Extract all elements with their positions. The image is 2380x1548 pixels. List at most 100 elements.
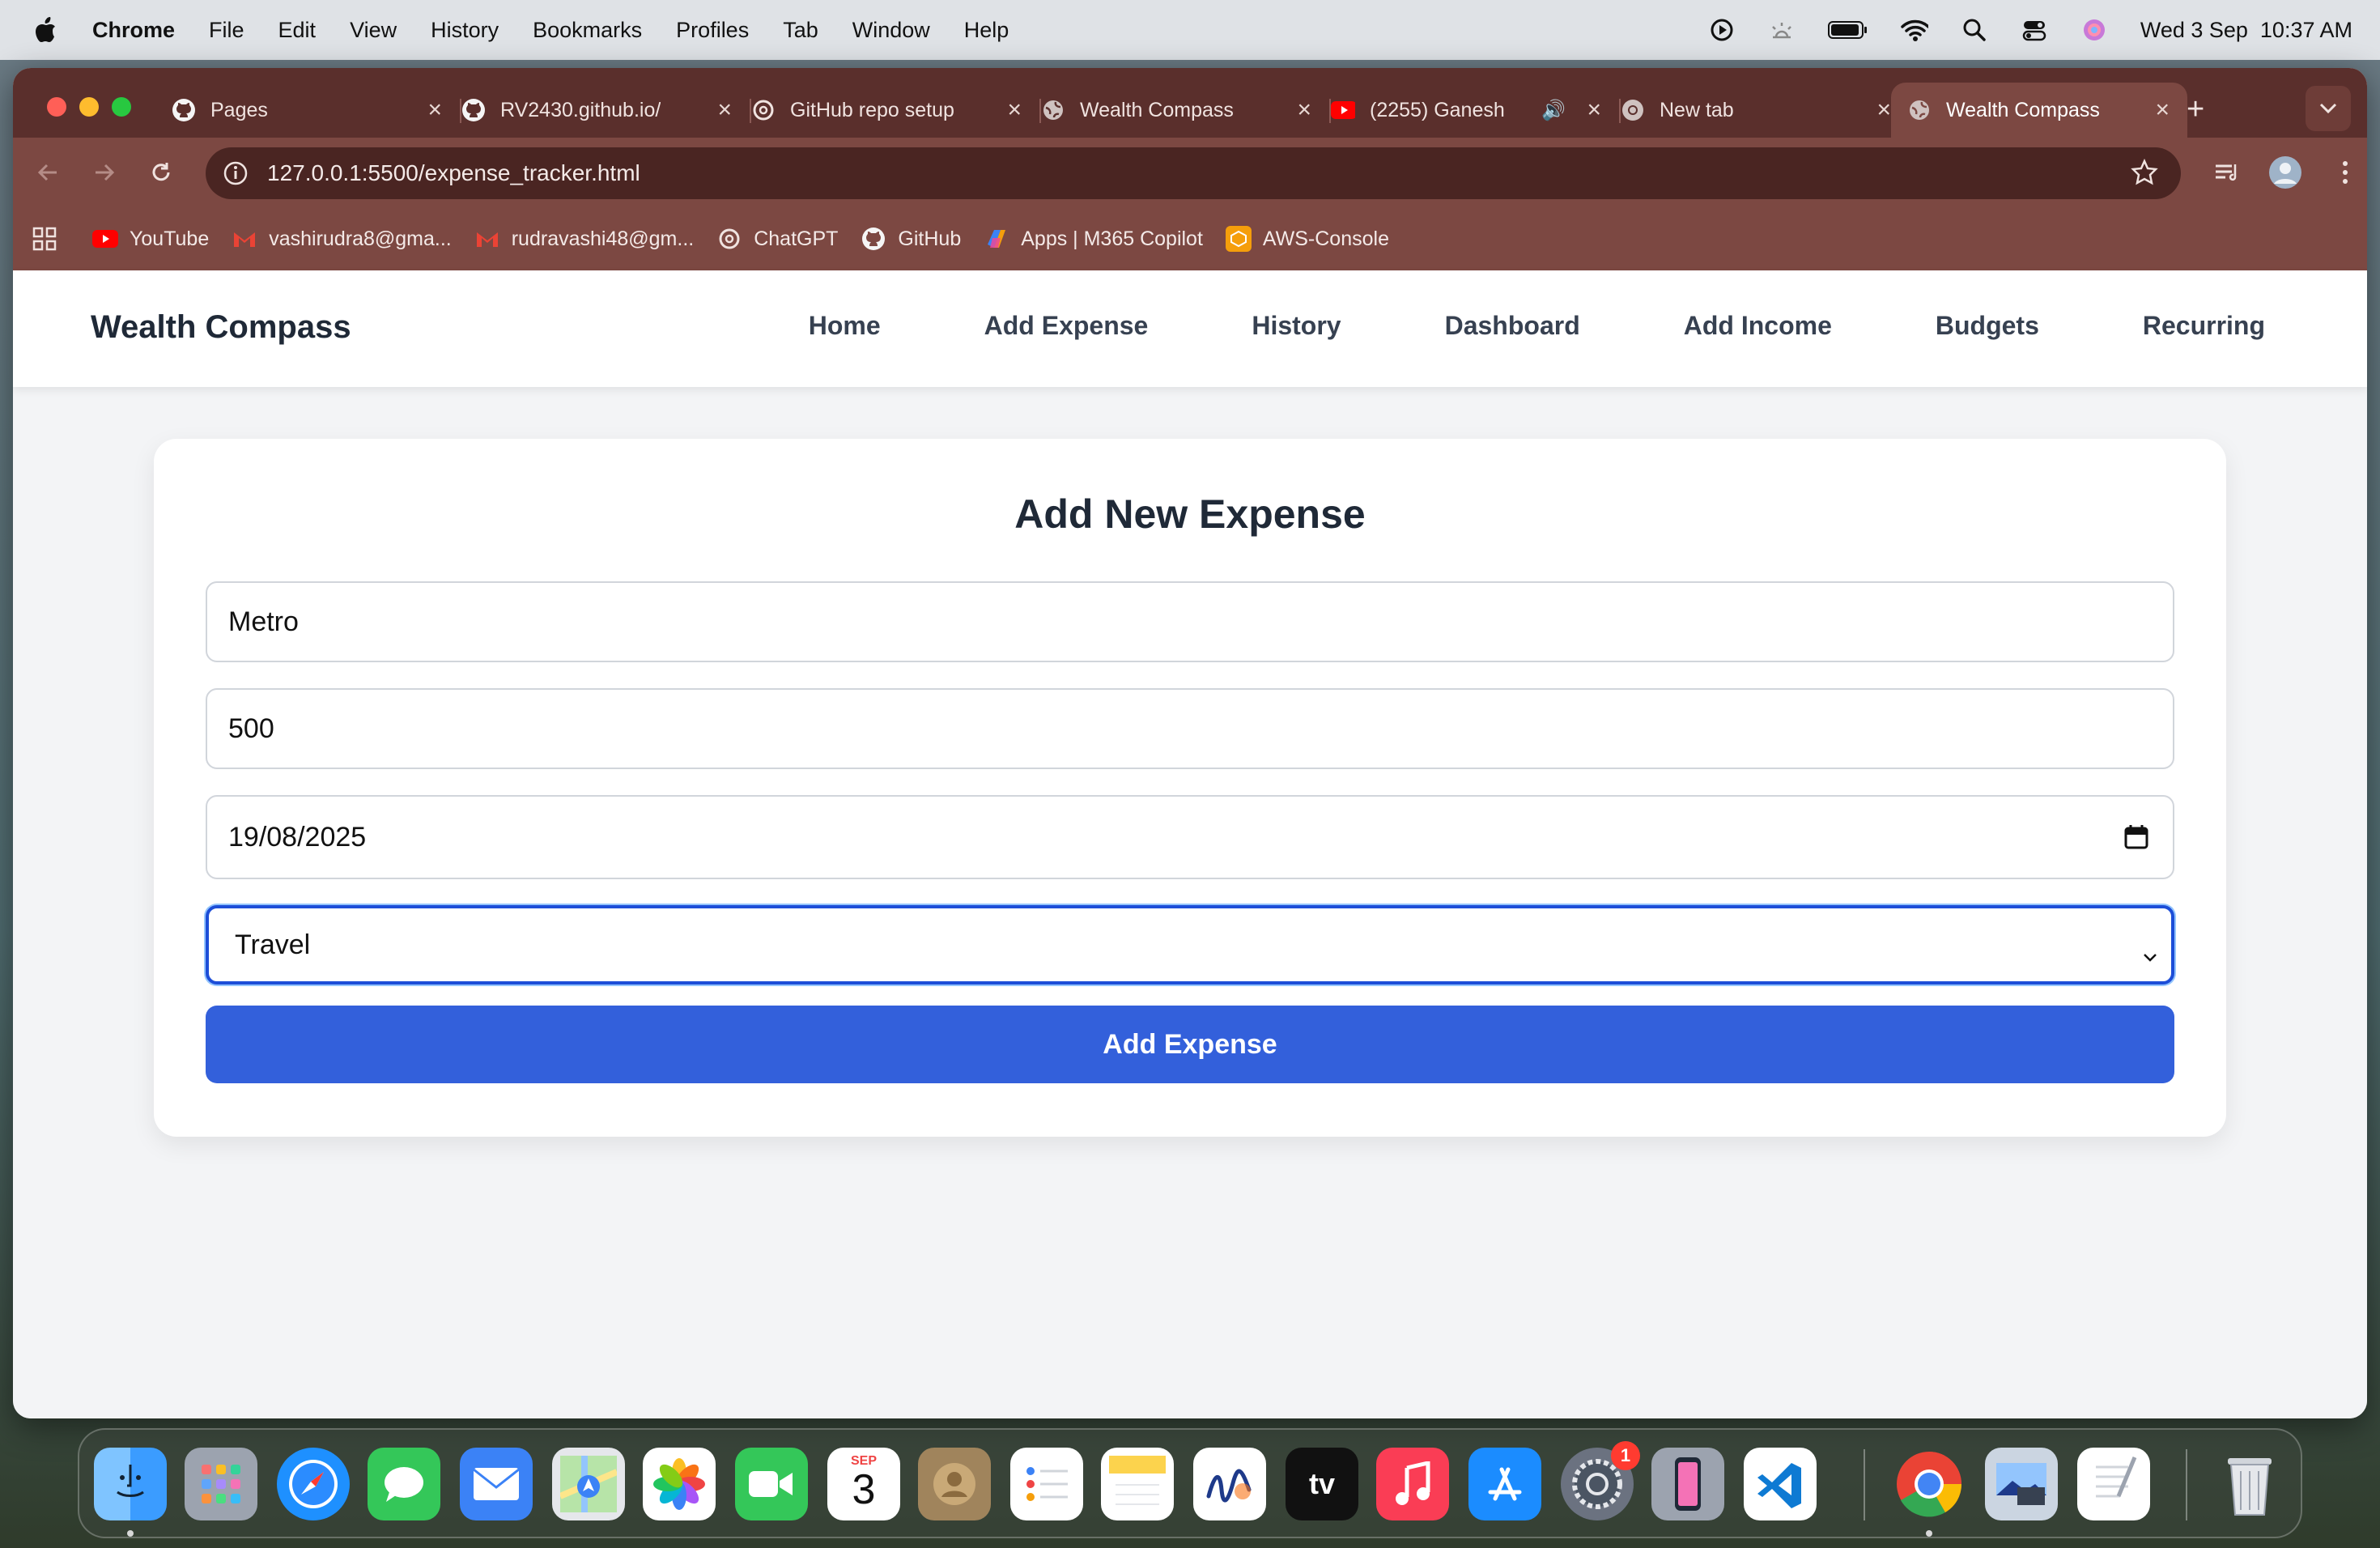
- nav-add-expense[interactable]: Add Expense: [984, 311, 1149, 341]
- tab-pages[interactable]: Pages ×: [172, 83, 461, 138]
- freeform-icon[interactable]: [1193, 1448, 1266, 1520]
- notes-icon[interactable]: [1101, 1448, 1174, 1520]
- tab-github-repo-setup[interactable]: GitHub repo setup ×: [751, 83, 1041, 138]
- nav-recurring[interactable]: Recurring: [2143, 311, 2265, 341]
- forward-button[interactable]: [87, 155, 121, 189]
- close-tab-icon[interactable]: ×: [1297, 96, 1311, 124]
- nav-home[interactable]: Home: [809, 311, 881, 341]
- youtube-icon: [1331, 98, 1355, 122]
- menu-window[interactable]: Window: [852, 18, 930, 43]
- calendar-icon[interactable]: [2124, 824, 2148, 857]
- battery-icon[interactable]: [1827, 16, 1868, 44]
- brightness-icon[interactable]: [1768, 16, 1796, 44]
- nav-dashboard[interactable]: Dashboard: [1445, 311, 1580, 341]
- speaker-icon[interactable]: 🔊: [1541, 99, 1566, 122]
- safari-icon[interactable]: [277, 1448, 350, 1520]
- add-expense-button[interactable]: Add Expense: [206, 1006, 2174, 1083]
- bookmark-label: ChatGPT: [754, 227, 839, 250]
- menu-history[interactable]: History: [431, 18, 499, 43]
- profile-avatar[interactable]: [2265, 152, 2306, 193]
- nav-budgets[interactable]: Budgets: [1936, 311, 2039, 341]
- menu-file[interactable]: File: [209, 18, 244, 43]
- zoom-window-button[interactable]: [112, 97, 131, 117]
- amount-input[interactable]: 500: [206, 688, 2174, 769]
- address-bar[interactable]: 127.0.0.1:5500/expense_tracker.html: [206, 147, 2181, 199]
- control-center-icon[interactable]: [2021, 16, 2048, 44]
- date-input[interactable]: 19/08/2025: [206, 795, 2174, 879]
- menu-edit[interactable]: Edit: [278, 18, 317, 43]
- calendar-app-icon[interactable]: SEP 3: [827, 1448, 900, 1520]
- macos-dock: SEP 3 tv 1: [78, 1428, 2302, 1538]
- menu-help[interactable]: Help: [964, 18, 1009, 43]
- menu-view[interactable]: View: [350, 18, 397, 43]
- close-window-button[interactable]: [47, 97, 66, 117]
- bookmark-chatgpt[interactable]: ChatGPT: [716, 226, 838, 252]
- bookmark-m365-copilot[interactable]: Apps | M365 Copilot: [984, 226, 1203, 252]
- description-input[interactable]: Metro: [206, 581, 2174, 662]
- url-text[interactable]: 127.0.0.1:5500/expense_tracker.html: [267, 160, 640, 186]
- bookmark-youtube[interactable]: YouTube: [92, 226, 209, 252]
- close-tab-icon[interactable]: ×: [427, 96, 442, 124]
- menu-bookmarks[interactable]: Bookmarks: [533, 18, 642, 43]
- bookmark-star-icon[interactable]: [2131, 158, 2158, 190]
- contacts-icon[interactable]: [918, 1448, 991, 1520]
- site-brand[interactable]: Wealth Compass: [91, 309, 351, 346]
- menu-profiles[interactable]: Profiles: [676, 18, 749, 43]
- menubar-clock[interactable]: Wed 3 Sep 10:37 AM: [2140, 18, 2352, 43]
- maps-icon[interactable]: [552, 1448, 625, 1520]
- apple-icon[interactable]: [32, 15, 58, 45]
- preview-icon[interactable]: [1985, 1448, 2058, 1520]
- bookmark-github[interactable]: GitHub: [861, 226, 961, 252]
- window-controls: [47, 97, 131, 117]
- trash-icon[interactable]: [2213, 1448, 2286, 1520]
- close-tab-icon[interactable]: ×: [2155, 96, 2170, 124]
- bookmark-gmail-vashirudra8[interactable]: vashirudra8@gma...: [232, 226, 452, 252]
- close-tab-icon[interactable]: ×: [1587, 96, 1601, 124]
- textedit-icon[interactable]: [2077, 1448, 2150, 1520]
- apps-grid-icon[interactable]: [32, 227, 57, 251]
- chrome-dock-icon[interactable]: [1893, 1448, 1966, 1520]
- bookmarks-bar: YouTube vashirudra8@gma... rudravashi48@…: [13, 207, 2367, 270]
- launchpad-icon[interactable]: [185, 1448, 257, 1520]
- vscode-icon[interactable]: [1744, 1448, 1817, 1520]
- tab-label: New tab: [1660, 98, 1734, 121]
- wifi-icon[interactable]: [1901, 16, 1928, 44]
- system-settings-icon[interactable]: 1: [1561, 1441, 1640, 1520]
- back-button[interactable]: [31, 155, 65, 189]
- music-icon[interactable]: [1376, 1448, 1449, 1520]
- iphone-mirroring-icon[interactable]: [1651, 1448, 1724, 1520]
- tab-youtube-ganesh[interactable]: (2255) Ganesh 🔊 ×: [1331, 83, 1621, 138]
- minimize-window-button[interactable]: [79, 97, 99, 117]
- reminders-icon[interactable]: [1010, 1448, 1083, 1520]
- siri-icon[interactable]: [2080, 16, 2108, 44]
- category-select[interactable]: Travel: [206, 905, 2174, 985]
- bookmark-gmail-rudravashi48[interactable]: rudravashi48@gm...: [474, 226, 694, 252]
- tab-wealth-compass-active[interactable]: Wealth Compass ×: [1891, 83, 2187, 138]
- play-icon[interactable]: [1708, 16, 1736, 44]
- reload-button[interactable]: [144, 155, 178, 189]
- chrome-menu-icon[interactable]: [2325, 152, 2365, 193]
- menu-tab[interactable]: Tab: [783, 18, 818, 43]
- tab-search-button[interactable]: [2306, 86, 2351, 131]
- mail-icon[interactable]: [460, 1448, 533, 1520]
- finder-icon[interactable]: [94, 1448, 167, 1520]
- menu-app-name[interactable]: Chrome: [92, 18, 175, 43]
- apple-tv-icon[interactable]: tv: [1286, 1448, 1358, 1520]
- spotlight-search-icon[interactable]: [1961, 16, 1988, 44]
- close-tab-icon[interactable]: ×: [717, 96, 732, 124]
- nav-history[interactable]: History: [1252, 311, 1341, 341]
- messages-icon[interactable]: [368, 1448, 440, 1520]
- new-tab-button[interactable]: +: [2187, 92, 2204, 127]
- site-info-icon[interactable]: [222, 159, 249, 187]
- tab-wealth-compass[interactable]: Wealth Compass ×: [1041, 83, 1331, 138]
- tab-new-tab[interactable]: New tab ×: [1621, 83, 1909, 138]
- app-store-icon[interactable]: [1468, 1448, 1541, 1520]
- facetime-icon[interactable]: [735, 1448, 808, 1520]
- close-tab-icon[interactable]: ×: [1007, 96, 1022, 124]
- photos-icon[interactable]: [643, 1448, 716, 1520]
- bookmark-aws-console[interactable]: AWS-Console: [1225, 226, 1389, 252]
- close-tab-icon[interactable]: ×: [1876, 96, 1891, 124]
- reading-list-icon[interactable]: [2207, 152, 2247, 193]
- tab-rv2430-github[interactable]: RV2430.github.io/ ×: [461, 83, 751, 138]
- nav-add-income[interactable]: Add Income: [1684, 311, 1832, 341]
